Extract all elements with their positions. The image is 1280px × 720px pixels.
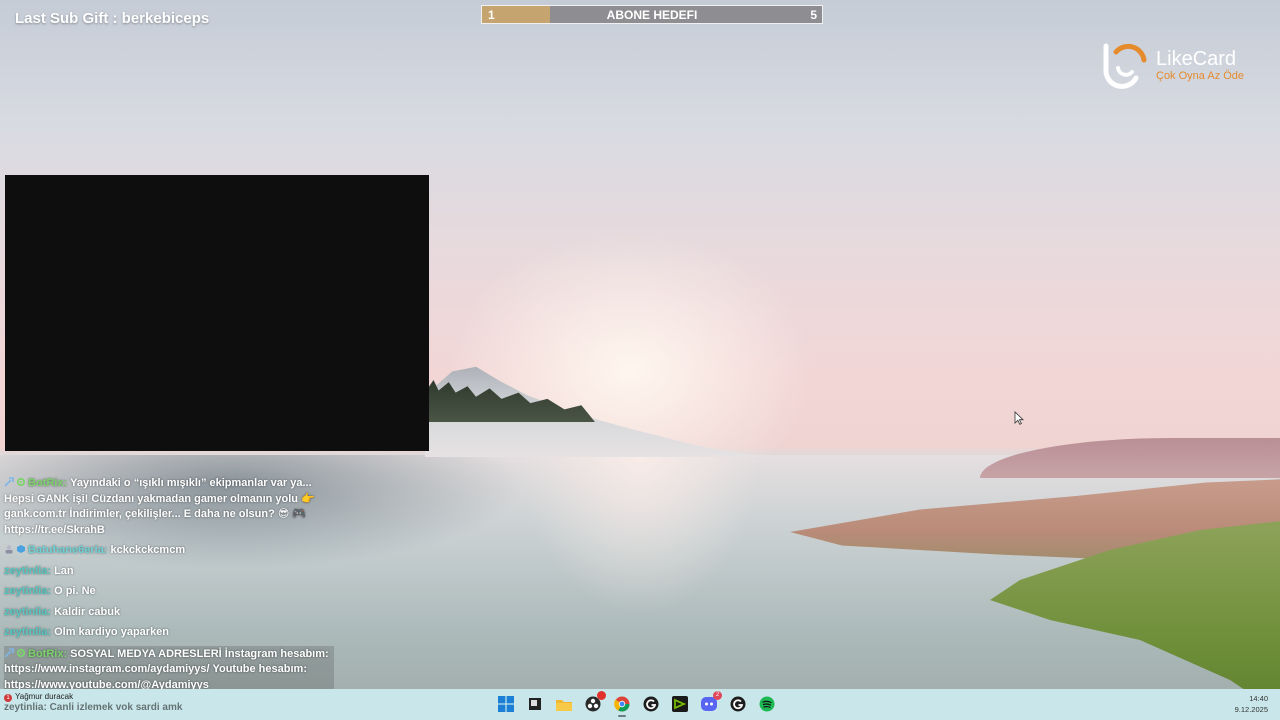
system-clock[interactable]: 14:40 9.12.2025 <box>1235 693 1268 715</box>
weather-notification-badge: 1 <box>4 694 12 702</box>
discord-notification-badge: 2 <box>713 691 722 700</box>
chat-text: Lan <box>54 564 74 577</box>
chat-message: BotRix: SOSYAL MEDYA ADRESLERİ İnstagram … <box>4 645 334 694</box>
discord-icon[interactable]: 2 <box>699 691 722 715</box>
chat-username: zeytinlia: <box>4 564 52 577</box>
sponsor-tagline: Çok Oyna Az Öde <box>1156 70 1245 82</box>
chat-text: kckckckcmcm <box>110 544 186 556</box>
gear-badge-icon <box>16 648 26 657</box>
chat-overflow-message: zeytinlia: Canli izlemek vok sardi amk <box>4 702 182 713</box>
chat-username: BotRix: <box>28 647 68 660</box>
windows-taskbar: 1 Yağmur duracak zeytinlia: Canli izlemek… <box>0 689 1280 720</box>
chat-overlay: BotRix: Yayındaki o “ışıklı mışıklı” ekip… <box>4 476 334 699</box>
chat-username: BotRix: <box>28 477 68 489</box>
sponsor-name: LikeCard <box>1156 48 1237 70</box>
goal-target: 5 <box>810 8 817 22</box>
last-sub-gift-text: Last Sub Gift : berkebiceps <box>15 10 210 27</box>
chat-message: zeytinlia: Lan <box>4 564 334 580</box>
windows-start-icon[interactable] <box>496 693 516 715</box>
chat-username: zeytinlia: <box>4 702 47 713</box>
clock-date: 9.12.2025 <box>1234 705 1268 714</box>
epic-g-icon[interactable] <box>728 693 748 715</box>
goal-title: ABONE HEDEFI <box>606 8 698 22</box>
chat-text: Olm kardiyo yaparken <box>54 626 170 638</box>
wallpaper-trees <box>425 380 595 422</box>
recording-dot <box>597 691 606 700</box>
spotify-icon[interactable] <box>757 693 777 715</box>
task-view-icon[interactable] <box>525 693 545 715</box>
chat-message: zeytinlia: Olm kardiyo yaparken <box>4 625 334 641</box>
chat-text: O pi. Ne <box>54 585 96 597</box>
sponsor-logo: LikeCard Çok Oyna Az Öde <box>1100 42 1260 92</box>
sword-badge-icon <box>4 477 14 487</box>
chat-message: zeytinlia: O pi. Ne <box>4 584 334 600</box>
chat-message: BotRix: Yayındaki o “ışıklı mışıklı” ekip… <box>4 476 334 538</box>
subscriber-goal-bar: 1 ABONE HEDEFI 5 <box>481 5 823 24</box>
chat-text: Canli izlemek vok sardi amk <box>49 702 183 713</box>
nvidia-icon[interactable] <box>670 693 690 715</box>
cube-badge-icon <box>17 545 25 553</box>
chat-username: zeytinlia: <box>4 605 52 618</box>
chat-message: zeytinlia: Kaldir cabuk <box>4 605 334 621</box>
likecard-logo-icon <box>1103 43 1147 89</box>
sword-badge-icon <box>4 647 14 658</box>
chat-message: Batuhane6eria: kckckckcmcm <box>4 543 334 559</box>
chat-username: zeytinlia: <box>4 585 52 597</box>
gear-badge-icon <box>16 477 26 487</box>
chat-username: zeytinlia: <box>4 626 52 638</box>
chrome-icon[interactable] <box>612 693 632 717</box>
taskbar-apps: 2 <box>496 691 777 717</box>
mouse-cursor-icon <box>1014 411 1024 425</box>
gog-galaxy-icon[interactable] <box>641 693 661 715</box>
chat-text: Kaldir cabuk <box>54 605 121 618</box>
webcam-frame <box>5 175 429 451</box>
weather-widget[interactable]: 1 Yağmur duracak <box>4 692 73 702</box>
obs-icon[interactable] <box>583 691 606 715</box>
user-badge-icon <box>5 545 13 554</box>
wallpaper-far-hill <box>980 438 1280 478</box>
file-explorer-icon[interactable] <box>554 693 574 715</box>
weather-text: Yağmur duracak <box>15 692 74 701</box>
clock-time: 14:40 <box>1249 694 1268 703</box>
active-indicator <box>618 715 626 717</box>
chat-username: Batuhane6eria: <box>28 544 108 556</box>
